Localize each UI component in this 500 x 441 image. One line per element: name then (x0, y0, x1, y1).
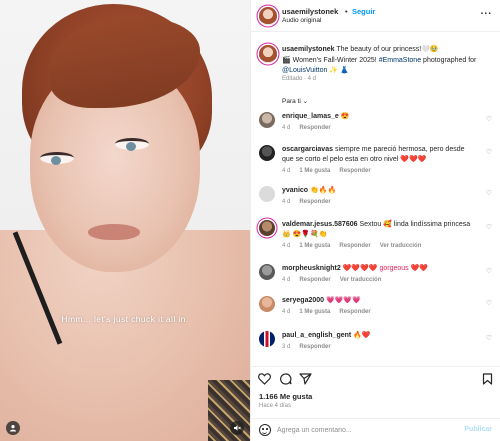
reply-button[interactable]: Responder (299, 125, 330, 131)
commenter-username[interactable]: morpheusknight2 (282, 265, 341, 272)
commenter-avatar[interactable] (259, 331, 275, 347)
hashtag-link[interactable]: #EmmaStone (379, 57, 421, 64)
commenter-username[interactable]: valdemar.jesus.587606 (282, 221, 358, 228)
comment-content: 👏🔥🔥 (310, 187, 337, 194)
comment-meta: 3 d Responder (282, 344, 340, 350)
comment-sort-dropdown[interactable]: Para ti ⌄ (282, 97, 308, 105)
reel-video[interactable]: Hmm... let's just chuck it all in. (0, 0, 250, 441)
commenter-avatar[interactable] (259, 264, 275, 280)
comment-time: 4 d (282, 199, 291, 205)
comment-meta: 4 d Responder (282, 125, 340, 131)
commenter-avatar[interactable] (259, 112, 275, 128)
emoji-icon[interactable] (259, 424, 271, 436)
comment-meta: 4 d Responder Ver traducción (282, 277, 390, 283)
reply-button[interactable]: Responder (299, 344, 330, 350)
translate-button[interactable]: Ver traducción (340, 277, 382, 283)
commenter-username[interactable]: seryega2000 (282, 297, 324, 304)
heart-icon[interactable] (258, 373, 271, 385)
comment-input[interactable] (277, 423, 457, 437)
comment-content: ❤️❤️❤️❤️ gorgeous ❤️❤️ (342, 265, 429, 272)
comment-content: 💗💗💗💗 (326, 297, 361, 304)
comment-likes[interactable]: 1 Me gusta (299, 168, 330, 174)
caption-avatar[interactable] (259, 45, 277, 63)
comment-likes[interactable]: 1 Me gusta (299, 243, 330, 249)
post-header: usaemilystonek • Seguir Audio original .… (251, 0, 500, 32)
comment-likes[interactable]: 1 Me gusta (299, 309, 330, 315)
comment-time: 3 d (282, 344, 291, 350)
comment-text: seryega2000 💗💗💗💗 (282, 296, 478, 306)
comment-time: 4 d (282, 277, 291, 283)
caption-meta: Editado · 4 d (282, 76, 317, 82)
heart-icon[interactable]: ♡ (486, 189, 492, 197)
caption-text-part: ✨ 👗 (327, 67, 349, 74)
commenter-avatar[interactable] (259, 145, 275, 161)
comment-meta: 4 d 1 Me gusta Responder (282, 168, 380, 174)
comment-time: 4 d (282, 309, 291, 315)
commenter-username[interactable]: yvanico (282, 187, 308, 194)
more-options-button[interactable]: ... (481, 6, 492, 17)
photo-dress (208, 380, 250, 441)
video-subtitle: Hmm... let's just chuck it all in. (61, 314, 189, 324)
mute-button[interactable] (230, 421, 244, 435)
post-time: Hace 4 días (259, 403, 292, 409)
user-icon (10, 425, 16, 432)
header-separator: • (345, 7, 348, 16)
caption-text-part: photographed for (421, 56, 477, 64)
comment-meta: 4 d Responder (282, 199, 340, 205)
reply-button[interactable]: Responder (339, 168, 370, 174)
mention-link[interactable]: @LouisVuitton (282, 67, 327, 74)
commenter-avatar[interactable] (259, 296, 275, 312)
mute-icon (234, 425, 241, 431)
comments-panel: usaemilystonek • Seguir Audio original .… (250, 0, 500, 441)
comment-content: 🔥❤️ (353, 332, 371, 339)
bookmark-icon[interactable] (482, 373, 493, 385)
comment-text: enrique_lamas_e 😍 (282, 112, 478, 122)
comment-text: yvanico 👏🔥🔥 (282, 186, 478, 196)
post-comment-button[interactable]: Publicar (464, 426, 492, 433)
comment-time: 4 d (282, 168, 291, 174)
audio-link[interactable]: Audio original (282, 17, 321, 24)
heart-icon[interactable]: ♡ (486, 148, 492, 156)
translate-button[interactable]: Ver traducción (380, 243, 422, 249)
comment-text: paul_a_english_gent 🔥❤️ (282, 331, 478, 341)
reply-button[interactable]: Responder (299, 199, 330, 205)
commenter-avatar[interactable] (259, 220, 275, 236)
photo-right-eye (115, 138, 149, 151)
follow-button[interactable]: Seguir (352, 7, 375, 16)
comment-time: 4 d (282, 125, 291, 131)
heart-icon[interactable]: ♡ (486, 223, 492, 231)
photo-lips (88, 224, 140, 240)
heart-icon[interactable]: ♡ (486, 267, 492, 275)
reply-button[interactable]: Responder (339, 309, 370, 315)
comment-time: 4 d (282, 243, 291, 249)
commenter-username[interactable]: enrique_lamas_e (282, 113, 339, 120)
caption-username[interactable]: usaemilystonek (282, 46, 335, 53)
caption-text-part: 🎬 Women's Fall-Winter 2025! (282, 56, 379, 64)
action-bar (251, 366, 500, 388)
comment-meta: 4 d 1 Me gusta Responder (282, 309, 380, 315)
caption-text-part: The beauty of our princess!🤍🥹 (334, 46, 439, 53)
reply-button[interactable]: Responder (299, 277, 330, 283)
heart-icon[interactable]: ♡ (486, 334, 492, 342)
caption-text: usaemilystonek The beauty of our princes… (282, 45, 494, 77)
comment-meta: 4 d 1 Me gusta Responder Ver traducción (282, 243, 430, 249)
comment-composer: Publicar (251, 418, 500, 441)
reply-button[interactable]: Responder (339, 243, 370, 249)
tagged-users-button[interactable] (6, 421, 20, 435)
commenter-username[interactable]: paul_a_english_gent (282, 332, 351, 339)
comment-text: oscargarciavas siempre me pareció hermos… (282, 145, 478, 165)
commenter-username[interactable]: oscargarciavas (282, 146, 333, 153)
photo-left-eye (40, 152, 74, 165)
comment-content: 😍 (340, 113, 350, 120)
comment-icon[interactable] (279, 373, 292, 385)
commenter-avatar[interactable] (259, 186, 275, 202)
author-username[interactable]: usaemilystonek (282, 7, 338, 16)
like-count[interactable]: 1.166 Me gusta (259, 392, 312, 401)
comment-text: valdemar.jesus.587606 Sextou 🥰 linda lin… (282, 220, 478, 240)
author-avatar[interactable] (259, 7, 277, 25)
heart-icon[interactable]: ♡ (486, 115, 492, 123)
comment-text: morpheusknight2 ❤️❤️❤️❤️ gorgeous ❤️❤️ (282, 264, 478, 274)
heart-icon[interactable]: ♡ (486, 299, 492, 307)
share-icon[interactable] (299, 373, 312, 385)
